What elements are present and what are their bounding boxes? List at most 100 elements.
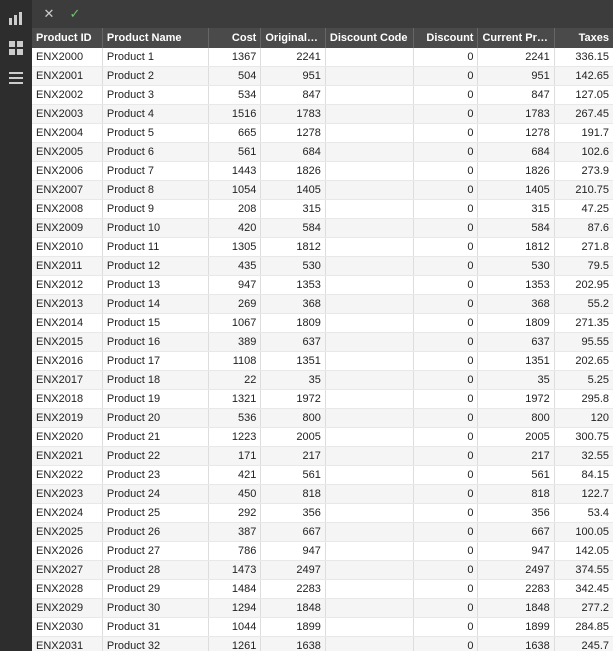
table-row[interactable]: ENX2028Product 291484228302283342.45 [32,580,613,599]
cell-id: ENX2030 [32,618,102,637]
cell-id: ENX2010 [32,238,102,257]
cell-name: Product 28 [102,561,208,580]
cell-name: Product 8 [102,181,208,200]
cell-disc_code [325,276,413,295]
cell-cost: 947 [208,276,261,295]
table-row[interactable]: ENX2027Product 281473249702497374.55 [32,561,613,580]
cell-name: Product 9 [102,200,208,219]
cell-id: ENX2020 [32,428,102,447]
cancel-button[interactable]: ✕ [38,3,60,25]
table-row[interactable]: ENX2021Product 22171217021732.55 [32,447,613,466]
cell-curr: 847 [478,86,554,105]
table-row[interactable]: ENX2003Product 41516178301783267.45 [32,105,613,124]
cell-discount: 0 [413,599,478,618]
cell-curr: 1638 [478,637,554,651]
table-row[interactable]: ENX2001Product 25049510951142.65 [32,67,613,86]
cell-cost: 1516 [208,105,261,124]
cell-discount: 0 [413,428,478,447]
table-row[interactable]: ENX2031Product 321261163801638245.7 [32,637,613,651]
table-row[interactable]: ENX2026Product 277869470947142.05 [32,542,613,561]
table-row[interactable]: ENX2015Product 16389637063795.55 [32,333,613,352]
cell-name: Product 1 [102,48,208,67]
cell-id: ENX2009 [32,219,102,238]
cell-taxes: 122.7 [554,485,613,504]
cell-cost: 504 [208,67,261,86]
cell-cost: 292 [208,504,261,523]
cell-discount: 0 [413,105,478,124]
cell-orig: 561 [261,466,326,485]
table-row[interactable]: ENX2022Product 23421561056184.15 [32,466,613,485]
cell-orig: 951 [261,67,326,86]
cell-orig: 2283 [261,580,326,599]
cell-taxes: 47.25 [554,200,613,219]
cell-name: Product 16 [102,333,208,352]
cell-id: ENX2004 [32,124,102,143]
cell-cost: 536 [208,409,261,428]
table-row[interactable]: ENX2009Product 10420584058487.6 [32,219,613,238]
table-row[interactable]: ENX2019Product 205368000800120 [32,409,613,428]
cell-disc_code [325,219,413,238]
cell-orig: 530 [261,257,326,276]
cell-orig: 1638 [261,637,326,651]
table-row[interactable]: ENX2011Product 12435530053079.5 [32,257,613,276]
cell-taxes: 87.6 [554,219,613,238]
table-row[interactable]: ENX2013Product 14269368036855.2 [32,295,613,314]
cell-cost: 1067 [208,314,261,333]
cell-curr: 684 [478,143,554,162]
cell-name: Product 20 [102,409,208,428]
table-row[interactable]: ENX2029Product 301294184801848277.2 [32,599,613,618]
cell-name: Product 2 [102,67,208,86]
cell-orig: 1278 [261,124,326,143]
cell-name: Product 30 [102,599,208,618]
chart-icon[interactable] [2,4,30,32]
cell-cost: 1484 [208,580,261,599]
cell-disc_code [325,447,413,466]
cell-taxes: 210.75 [554,181,613,200]
cell-taxes: 273.9 [554,162,613,181]
cell-discount: 0 [413,390,478,409]
cell-cost: 1473 [208,561,261,580]
table-row[interactable]: ENX2017Product 1822350355.25 [32,371,613,390]
table-row[interactable]: ENX2000Product 11367224102241336.15 [32,48,613,67]
cell-taxes: 277.2 [554,599,613,618]
table-row[interactable]: ENX2016Product 171108135101351202.65 [32,352,613,371]
cell-name: Product 22 [102,447,208,466]
table-row[interactable]: ENX2023Product 244508180818122.7 [32,485,613,504]
table-row[interactable]: ENX2025Product 263876670667100.05 [32,523,613,542]
cell-disc_code [325,428,413,447]
table-row[interactable]: ENX2004Product 5665127801278191.7 [32,124,613,143]
list-icon[interactable] [2,64,30,92]
cell-discount: 0 [413,561,478,580]
cell-cost: 786 [208,542,261,561]
table-row[interactable]: ENX2020Product 211223200502005300.75 [32,428,613,447]
cell-curr: 818 [478,485,554,504]
cell-disc_code [325,561,413,580]
cell-cost: 1223 [208,428,261,447]
table-row[interactable]: ENX2010Product 111305181201812271.8 [32,238,613,257]
table-row[interactable]: ENX2005Product 65616840684102.6 [32,143,613,162]
table-row[interactable]: ENX2012Product 13947135301353202.95 [32,276,613,295]
table-row[interactable]: ENX2030Product 311044189901899284.85 [32,618,613,637]
grid-icon[interactable] [2,34,30,62]
table-row[interactable]: ENX2008Product 9208315031547.25 [32,200,613,219]
table-row[interactable]: ENX2002Product 35348470847127.05 [32,86,613,105]
confirm-button[interactable]: ✓ [64,3,86,25]
table-row[interactable]: ENX2018Product 191321197201972295.8 [32,390,613,409]
cell-name: Product 15 [102,314,208,333]
table-container[interactable]: Product ID Product Name Cost Original Sa… [32,28,613,651]
cell-discount: 0 [413,181,478,200]
cell-curr: 1809 [478,314,554,333]
cell-id: ENX2024 [32,504,102,523]
cell-cost: 1367 [208,48,261,67]
table-row[interactable]: ENX2007Product 81054140501405210.75 [32,181,613,200]
table-row[interactable]: ENX2024Product 25292356035653.4 [32,504,613,523]
table-row[interactable]: ENX2014Product 151067180901809271.35 [32,314,613,333]
cell-taxes: 191.7 [554,124,613,143]
col-header-disc-code: Discount Code [325,28,413,48]
cell-discount: 0 [413,542,478,561]
cell-orig: 1405 [261,181,326,200]
cell-disc_code [325,599,413,618]
table-row[interactable]: ENX2006Product 71443182601826273.9 [32,162,613,181]
cell-disc_code [325,314,413,333]
cell-id: ENX2023 [32,485,102,504]
